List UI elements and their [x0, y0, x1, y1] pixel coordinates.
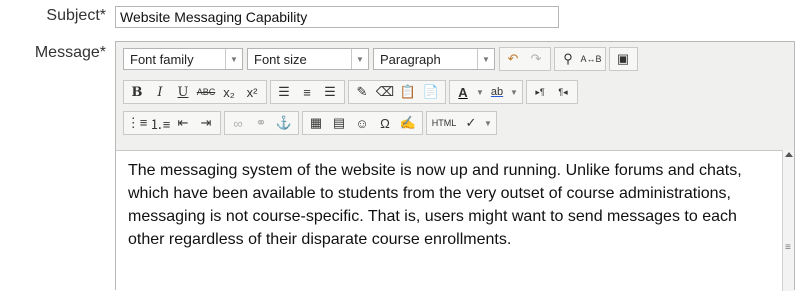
list-group: ⋮≡ ⒈≡ ⇤ ⇥	[123, 111, 221, 135]
paragraph-value: Paragraph	[380, 51, 441, 67]
message-label: Message*	[34, 44, 106, 61]
image-icon[interactable]: ▦	[305, 112, 327, 134]
color-group: A ▼ ab ▼	[449, 80, 523, 104]
ltr-icon[interactable]: ▸¶	[529, 81, 551, 103]
italic-button[interactable]: I	[149, 81, 171, 103]
history-group: ↶ ↷	[499, 47, 551, 71]
paragraph-select[interactable]: Paragraph ▼	[373, 48, 495, 70]
chevron-down-icon: ▼	[477, 49, 494, 69]
direction-group: ▸¶ ¶◂	[526, 80, 578, 104]
clipboard-group: ✎ ⌫ 📋 📄	[348, 80, 446, 104]
anchor-icon[interactable]: ⚓	[273, 112, 295, 134]
scroll-grip-icon[interactable]: ≡	[785, 242, 791, 253]
cleanup-icon[interactable]: ✎	[351, 81, 373, 103]
bullet-list-icon[interactable]: ⋮≡	[126, 112, 148, 134]
editor-content[interactable]: The messaging system of the website is n…	[116, 150, 784, 291]
chevron-down-icon[interactable]: ▼	[475, 81, 485, 103]
outdent-icon[interactable]: ⇤	[172, 112, 194, 134]
media-icon[interactable]: ▤	[328, 112, 350, 134]
align-right-icon[interactable]: ☰	[319, 81, 341, 103]
redo-icon[interactable]: ↷	[525, 48, 547, 70]
highlight-icon[interactable]: ab	[486, 81, 508, 103]
unlink-icon[interactable]: ⚭	[250, 112, 272, 134]
font-family-value: Font family	[130, 51, 194, 67]
message-editor: Font family ▼ Font size ▼ Paragraph ▼ ↶ …	[115, 41, 795, 291]
insert-group: ▦ ▤ ☺ Ω ✍	[302, 111, 423, 135]
toolbar-row-3: ⋮≡ ⒈≡ ⇤ ⇥ ∞ ⚭ ⚓ ▦ ▤ ☺ Ω ✍ HTML ✓ ▼	[123, 110, 500, 136]
message-body-text: The messaging system of the website is n…	[128, 162, 742, 248]
align-center-icon[interactable]: ≡	[296, 81, 318, 103]
emoticon-icon[interactable]: ☺	[351, 112, 373, 134]
font-color-icon[interactable]: A	[452, 81, 474, 103]
toolbar-row-1: Font family ▼ Font size ▼ Paragraph ▼ ↶ …	[123, 46, 641, 72]
toolbar-row-2: B I U ABC x₂ x² ☰ ≡ ☰ ✎ ⌫ 📋 📄 A ▼ ab ▼ ▸…	[123, 79, 581, 105]
link-icon[interactable]: ∞	[227, 112, 249, 134]
align-group: ☰ ≡ ☰	[270, 80, 345, 104]
editor-scrollbar[interactable]: ≡	[782, 150, 794, 291]
subject-label: Subject*	[46, 7, 106, 24]
chevron-down-icon: ▼	[225, 49, 242, 69]
rtl-icon[interactable]: ¶◂	[552, 81, 574, 103]
edit-icon[interactable]: ✍	[397, 112, 419, 134]
chevron-down-icon[interactable]: ▼	[509, 81, 519, 103]
chevron-down-icon: ▼	[351, 49, 368, 69]
subject-input[interactable]	[115, 6, 559, 28]
superscript-button[interactable]: x²	[241, 81, 263, 103]
undo-icon[interactable]: ↶	[502, 48, 524, 70]
special-char-icon[interactable]: Ω	[374, 112, 396, 134]
strikethrough-button[interactable]: ABC	[195, 81, 217, 103]
html-source-button[interactable]: HTML	[429, 112, 459, 134]
eraser-icon[interactable]: ⌫	[374, 81, 396, 103]
font-size-select[interactable]: Font size ▼	[247, 48, 369, 70]
font-size-value: Font size	[254, 51, 307, 67]
fullscreen-group: ▣	[609, 47, 638, 71]
scroll-up-icon[interactable]	[785, 152, 793, 157]
fullscreen-icon[interactable]: ▣	[612, 48, 634, 70]
indent-icon[interactable]: ⇥	[195, 112, 217, 134]
chevron-down-icon[interactable]: ▼	[483, 112, 493, 134]
search-group: ⚲ A↔B	[554, 47, 606, 71]
find-icon[interactable]: ⚲	[557, 48, 579, 70]
underline-button[interactable]: U	[172, 81, 194, 103]
replace-icon[interactable]: A↔B	[580, 48, 602, 70]
bold-button[interactable]: B	[126, 81, 148, 103]
misc-group: HTML ✓ ▼	[426, 111, 497, 135]
paste-text-icon[interactable]: 📋	[397, 81, 419, 103]
link-group: ∞ ⚭ ⚓	[224, 111, 299, 135]
numbered-list-icon[interactable]: ⒈≡	[149, 112, 171, 134]
font-family-select[interactable]: Font family ▼	[123, 48, 243, 70]
subscript-button[interactable]: x₂	[218, 81, 240, 103]
align-left-icon[interactable]: ☰	[273, 81, 295, 103]
paste-word-icon[interactable]: 📄	[420, 81, 442, 103]
spellcheck-icon[interactable]: ✓	[460, 112, 482, 134]
format-group: B I U ABC x₂ x²	[123, 80, 267, 104]
